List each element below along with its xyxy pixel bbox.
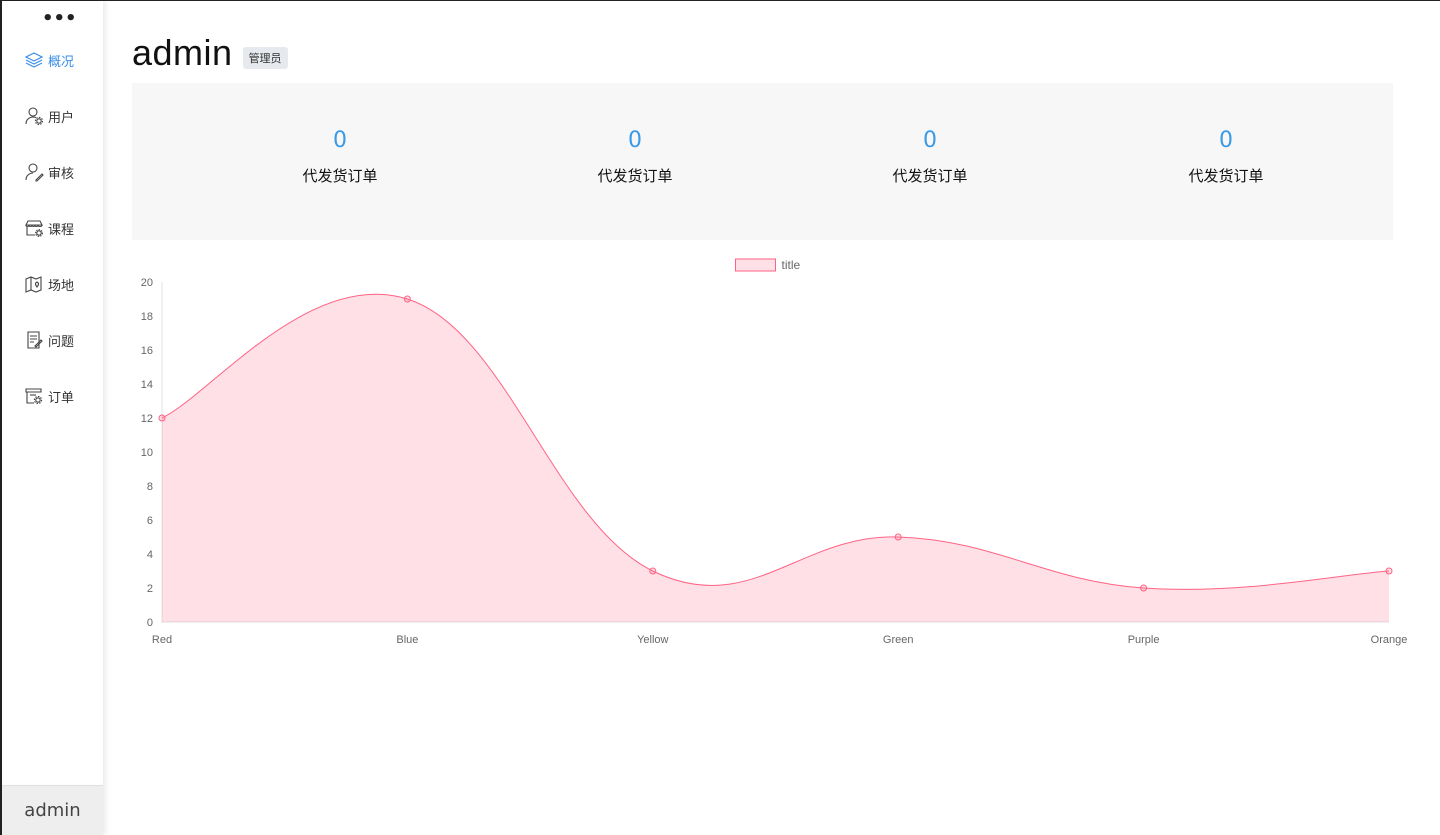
- sidebar-item-courses[interactable]: 课程: [24, 216, 94, 240]
- role-badge: 管理员: [242, 47, 288, 69]
- x-tick-label: Blue: [396, 634, 418, 646]
- data-point: [894, 533, 902, 541]
- x-tick-label: Red: [152, 634, 172, 646]
- y-tick-label: 12: [141, 413, 153, 425]
- series-line: [161, 293, 1390, 590]
- y-tick-label: 0: [147, 617, 153, 629]
- sidebar-item-label: 概况: [48, 54, 75, 70]
- y-tick-label: 18: [141, 311, 153, 323]
- sidebar-item-users[interactable]: 用户: [24, 104, 94, 128]
- sidebar-item-label: 订单: [48, 390, 75, 406]
- data-point: [403, 295, 411, 303]
- sidebar-item-review[interactable]: 审核: [24, 160, 94, 184]
- sidebar-item-label: 审核: [48, 166, 75, 182]
- y-tick-label: 14: [141, 379, 153, 391]
- main-content: admin 管理员 0 代发货订单 0 代发货订单 0 代发货订单 0 代发货订…: [104, 1, 1440, 835]
- data-point: [649, 567, 657, 575]
- x-tick-label: Green: [883, 634, 914, 646]
- x-tick-label: Yellow: [637, 634, 668, 646]
- sidebar-item-label: 用户: [48, 110, 75, 126]
- series-area-fill: [162, 294, 1389, 622]
- stat-value: 0: [923, 128, 937, 153]
- stat-value: 0: [628, 128, 642, 153]
- legend-swatch: [735, 258, 776, 272]
- stat-label: 代发货订单: [1188, 167, 1264, 185]
- y-tick-label: 6: [147, 515, 153, 527]
- stat-card[interactable]: 0 代发货订单: [1146, 123, 1306, 186]
- sidebar: ••• 概况 用户 审核 课程 场地 问题 订单 admin: [2, 1, 103, 835]
- y-tick-label: 20: [141, 277, 153, 289]
- stat-value: 0: [1219, 128, 1233, 153]
- stat-label: 代发货订单: [597, 167, 673, 185]
- sidebar-user-footer[interactable]: admin: [2, 785, 103, 835]
- sidebar-item-questions[interactable]: 问题: [24, 328, 94, 352]
- stat-card[interactable]: 0 代发货订单: [260, 123, 420, 186]
- data-point: [1385, 567, 1393, 575]
- map-pin-icon: [25, 276, 42, 293]
- stat-value: 0: [333, 128, 347, 153]
- stat-label: 代发货订单: [302, 167, 378, 185]
- document-edit-icon: [27, 331, 43, 349]
- x-tick-label: Purple: [1128, 634, 1160, 646]
- sidebar-item-label: 问题: [48, 334, 75, 350]
- data-point: [1140, 584, 1148, 592]
- page-title: admin 管理员: [132, 33, 288, 73]
- y-tick-label: 10: [141, 447, 153, 459]
- x-tick-label: Orange: [1371, 634, 1408, 646]
- y-tick-label: 4: [147, 549, 153, 561]
- sidebar-item-label: 课程: [48, 222, 75, 238]
- stat-label: 代发货订单: [892, 167, 968, 185]
- stats-panel: 0 代发货订单 0 代发货订单 0 代发货订单 0 代发货订单: [132, 83, 1393, 240]
- sidebar-item-orders[interactable]: 订单: [24, 384, 94, 408]
- data-point: [158, 414, 166, 422]
- y-tick-label: 16: [141, 345, 153, 357]
- user-edit-icon: [25, 163, 44, 182]
- y-tick-label: 8: [147, 481, 153, 493]
- stat-card[interactable]: 0 代发货订单: [850, 123, 1010, 186]
- stat-card[interactable]: 0 代发货订单: [555, 123, 715, 186]
- more-menu-icon[interactable]: •••: [42, 10, 77, 31]
- app-window: ••• 概况 用户 审核 课程 场地 问题 订单 admin admin 管理员…: [0, 0, 1440, 835]
- sidebar-item-venues[interactable]: 场地: [24, 272, 94, 296]
- legend-label: title: [782, 258, 801, 272]
- y-tick-label: 2: [147, 583, 153, 595]
- layers-icon: [24, 52, 44, 68]
- sidebar-item-label: 场地: [48, 278, 75, 294]
- user-gear-icon: [25, 107, 44, 126]
- sidebar-item-overview[interactable]: 概况: [24, 48, 94, 72]
- order-gear-icon: [25, 388, 43, 405]
- storefront-icon: [25, 220, 43, 237]
- page-title-text: admin: [132, 32, 233, 73]
